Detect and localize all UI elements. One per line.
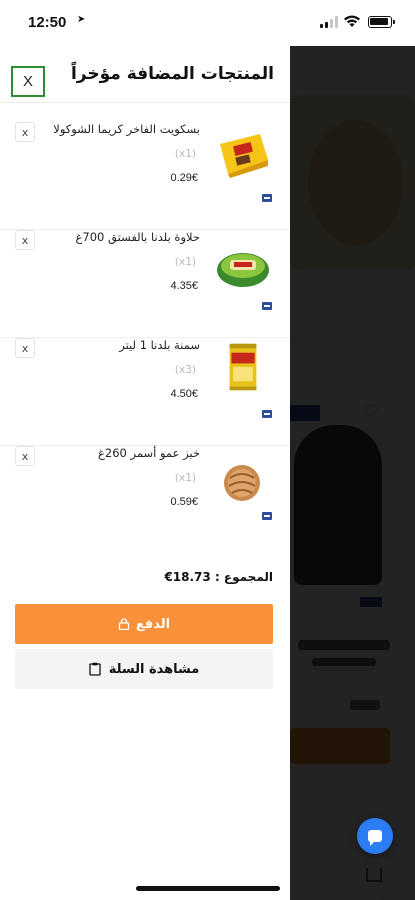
chat-button[interactable] — [357, 818, 393, 854]
drawer-header: X المنتجات المضافة مؤخراً — [0, 46, 290, 104]
item-name[interactable]: سمنة بلدنا 1 ليتر — [119, 338, 200, 352]
cart-item: x سمنة بلدنا 1 ليتر (x3) 4.50€ — [0, 338, 290, 446]
item-quantity: (x1) — [174, 256, 196, 268]
item-price: 0.59€ — [170, 496, 198, 508]
cart-item: x بسكويت الفاخر كريما الشوكولا (x1) 0.29… — [0, 122, 290, 230]
checkout-label: الدفع — [135, 616, 171, 632]
brand-logo-icon — [262, 410, 272, 418]
checkout-button[interactable]: الدفع — [15, 604, 273, 644]
remove-item-button[interactable]: x — [15, 122, 35, 142]
item-name[interactable]: حلاوة بلدنا بالفستق 700غ — [76, 230, 200, 244]
view-cart-button[interactable]: مشاهدة السلة — [15, 649, 273, 689]
brand-logo-icon — [262, 194, 272, 202]
chat-bubble-icon — [368, 830, 382, 846]
item-price: 4.50€ — [170, 388, 198, 400]
cart-item: x حلاوة بلدنا بالفستق 700غ (x1) 4.35€ — [0, 230, 290, 338]
status-time: 12:50 — [28, 14, 67, 31]
divider — [0, 102, 290, 103]
recently-added-drawer: X المنتجات المضافة مؤخراً x بسكويت الفاخ… — [0, 46, 290, 900]
item-name[interactable]: خبز عمو أسمر 260غ — [98, 446, 200, 460]
brand-logo-icon — [262, 512, 272, 520]
item-price: 4.35€ — [170, 280, 198, 292]
item-image[interactable] — [214, 130, 272, 180]
item-quantity: (x1) — [174, 148, 196, 160]
location-arrow-icon: ➤ — [77, 14, 86, 25]
item-quantity: (x3) — [174, 364, 196, 376]
item-quantity: (x1) — [174, 472, 196, 484]
item-image[interactable] — [214, 242, 272, 292]
cart-total: المجموع : 18.73€ — [164, 570, 273, 584]
item-price: 0.29€ — [170, 172, 198, 184]
status-bar: 12:50 ➤ — [0, 0, 415, 46]
home-indicator — [136, 886, 280, 891]
close-button[interactable]: X — [11, 66, 45, 97]
drawer-title: المنتجات المضافة مؤخراً — [70, 64, 274, 84]
cellular-signal-icon — [320, 16, 338, 28]
lock-icon — [118, 618, 130, 630]
brand-logo-icon — [262, 302, 272, 310]
clipboard-icon — [89, 662, 101, 676]
cart-item: x خبز عمو أسمر 260غ (x1) 0.59€ — [0, 446, 290, 554]
remove-item-button[interactable]: x — [15, 230, 35, 250]
remove-item-button[interactable]: x — [15, 446, 35, 466]
remove-item-button[interactable]: x — [15, 338, 35, 358]
battery-icon — [368, 16, 395, 28]
item-name[interactable]: بسكويت الفاخر كريما الشوكولا — [53, 122, 200, 136]
item-image[interactable] — [214, 342, 272, 392]
wifi-icon — [344, 15, 360, 27]
item-image[interactable] — [214, 458, 272, 508]
view-cart-label: مشاهدة السلة — [108, 661, 200, 677]
